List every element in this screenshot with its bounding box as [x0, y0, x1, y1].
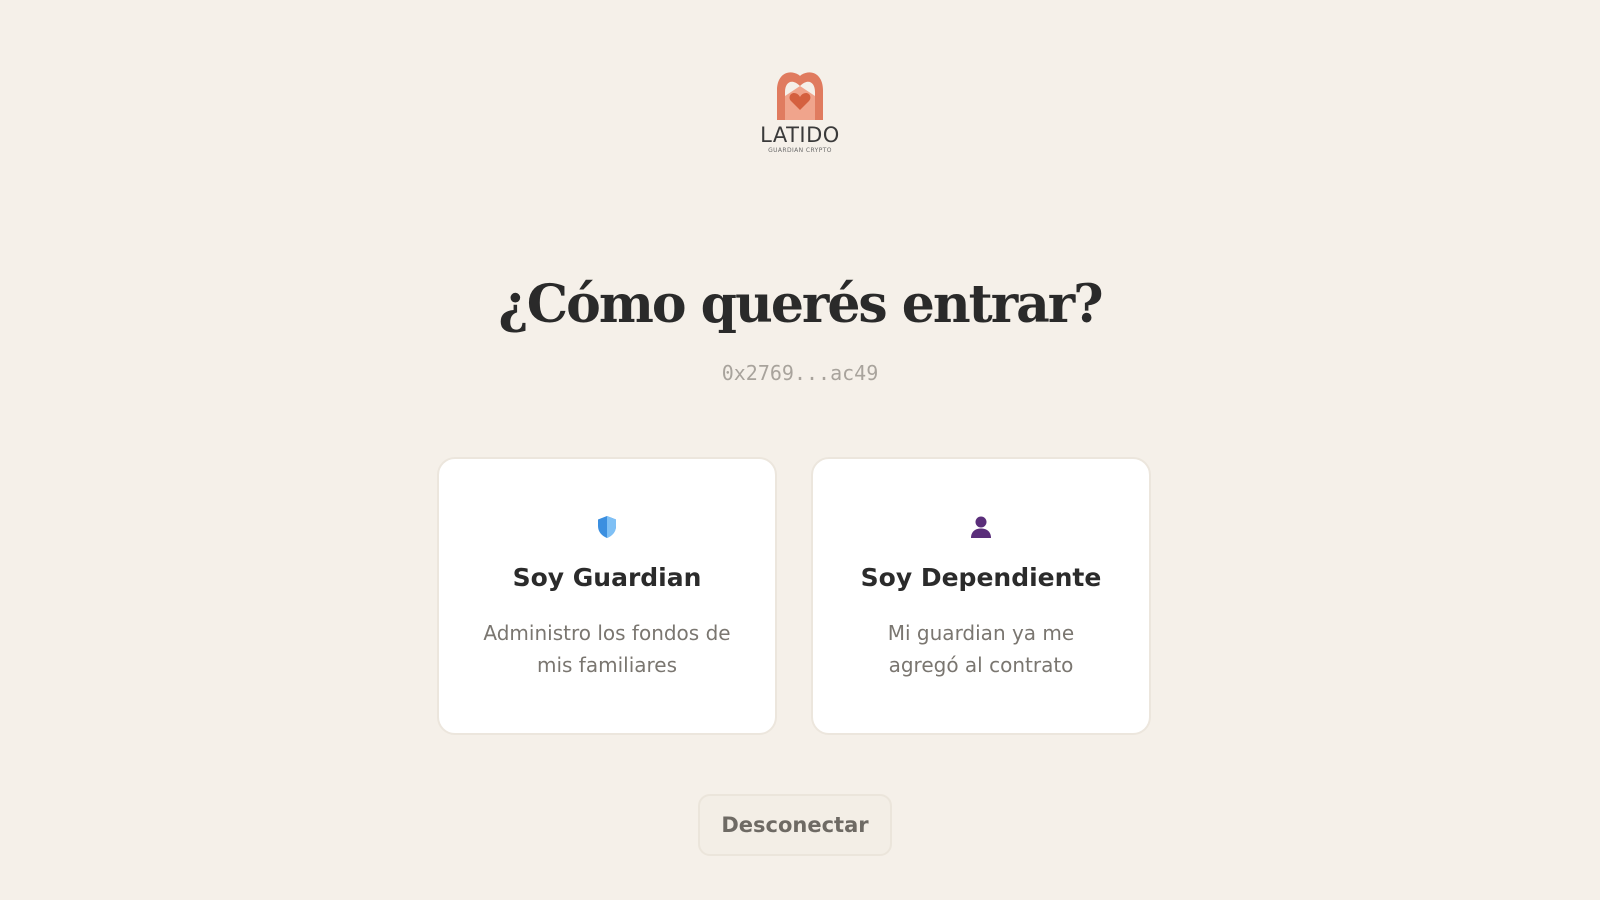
logo-tagline: GUARDIAN CRYPTO: [768, 147, 832, 154]
role-selection-page: LATIDO GUARDIAN CRYPTO ¿Cómo querés entr…: [0, 0, 1600, 900]
page-title: ¿Cómo querés entrar?: [498, 274, 1103, 335]
dependent-role-card[interactable]: Soy Dependiente Mi guardian ya me agregó…: [811, 457, 1151, 735]
latido-logo: LATIDO GUARDIAN CRYPTO: [740, 66, 860, 162]
guardian-role-card[interactable]: Soy Guardian Administro los fondos de mi…: [437, 457, 777, 735]
guardian-card-description: Administro los fondos de mis familiares: [483, 621, 731, 677]
heart-house-icon: [777, 72, 823, 120]
logo-wordmark: LATIDO: [760, 123, 840, 147]
disconnect-button[interactable]: Desconectar: [698, 794, 892, 856]
shield-icon: [598, 516, 616, 538]
wallet-address: 0x2769...ac49: [721, 361, 879, 385]
dependent-card-title: Soy Dependiente: [860, 563, 1102, 592]
person-icon: [971, 516, 991, 538]
guardian-card-title: Soy Guardian: [512, 563, 702, 592]
dependent-card-description: Mi guardian ya me agregó al contrato: [887, 621, 1075, 677]
